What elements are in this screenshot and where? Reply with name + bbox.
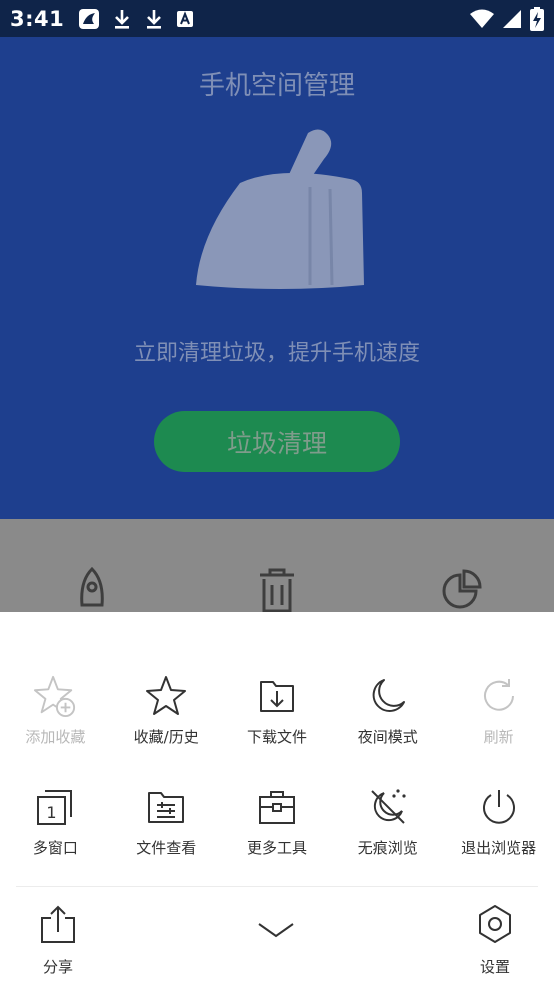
font-icon [176,10,194,28]
settings-label: 设置 [479,958,510,976]
menu-grid: 添加收藏 收藏/历史 下载文件 夜间模式 刷新 1 多窗口 文件查看 更多工具 … [0,674,554,896]
clean-button: 垃圾清理 [154,411,400,472]
rocket-icon [74,566,110,617]
refresh-label: 刷新 [483,728,514,746]
multi-window-icon: 1 [33,785,77,829]
settings-button[interactable]: 设置 [476,904,514,977]
toolbox-icon [255,785,299,829]
moon-icon [366,674,410,718]
star-icon [144,674,188,718]
incognito-icon [366,785,410,829]
file-view-label: 文件查看 [136,839,197,857]
status-time: 3:41 [10,6,65,31]
power-icon [477,785,521,829]
signal-icon [502,9,522,29]
hero-panel: 手机空间管理 立即清理垃圾，提升手机速度 垃圾清理 [0,37,554,519]
tools-panel [0,519,554,613]
night-mode-button[interactable]: 夜间模式 [332,674,443,785]
download-folder-icon [255,674,299,718]
exit-browser-button[interactable]: 退出浏览器 [443,785,554,896]
trash-icon [258,567,296,617]
multi-window-button[interactable]: 1 多窗口 [0,785,111,896]
gear-icon [476,904,514,948]
downloads-button[interactable]: 下载文件 [222,674,333,785]
more-tools-button[interactable]: 更多工具 [222,785,333,896]
refresh-icon [477,674,521,718]
share-button[interactable]: 分享 [38,904,78,977]
add-bookmark-label: 添加收藏 [25,728,86,746]
download-icon [112,8,132,30]
refresh-button[interactable]: 刷新 [443,674,554,785]
app-icon [78,8,100,30]
bookmarks-history-button[interactable]: 收藏/历史 [111,674,222,785]
broom-icon [190,125,370,299]
status-bar: 3:41 [0,0,554,37]
add-bookmark-button[interactable]: 添加收藏 [0,674,111,785]
menu-divider [16,886,538,887]
share-label: 分享 [42,958,73,976]
incognito-button[interactable]: 无痕浏览 [332,785,443,896]
page-subtitle: 立即清理垃圾，提升手机速度 [133,341,420,366]
share-icon [38,904,78,948]
menu-bottom-bar: 分享 设置 [0,904,554,984]
menu-row-1: 添加收藏 收藏/历史 下载文件 夜间模式 刷新 [0,674,554,785]
chevron-down-icon [257,920,295,944]
file-view-button[interactable]: 文件查看 [111,785,222,896]
file-view-icon [144,785,188,829]
pie-chart-icon [442,567,482,617]
incognito-label: 无痕浏览 [357,839,418,857]
wifi-icon [470,9,494,29]
night-mode-label: 夜间模式 [357,728,418,746]
downloads-label: 下载文件 [246,728,307,746]
browser-menu-sheet: 添加收藏 收藏/历史 下载文件 夜间模式 刷新 1 多窗口 文件查看 更多工具 … [0,612,554,984]
more-tools-label: 更多工具 [246,839,307,857]
star-add-icon [33,674,77,718]
bookmarks-history-label: 收藏/历史 [133,728,199,746]
menu-row-2: 1 多窗口 文件查看 更多工具 无痕浏览 退出浏览器 [0,785,554,896]
svg-text:1: 1 [47,803,57,822]
exit-browser-label: 退出浏览器 [461,839,537,857]
background-app: 手机空间管理 立即清理垃圾，提升手机速度 垃圾清理 [0,37,554,613]
battery-charging-icon [530,6,544,31]
multi-window-label: 多窗口 [32,839,78,857]
page-title: 手机空间管理 [198,71,355,101]
collapse-menu-button[interactable] [257,920,295,944]
download-icon [144,8,164,30]
